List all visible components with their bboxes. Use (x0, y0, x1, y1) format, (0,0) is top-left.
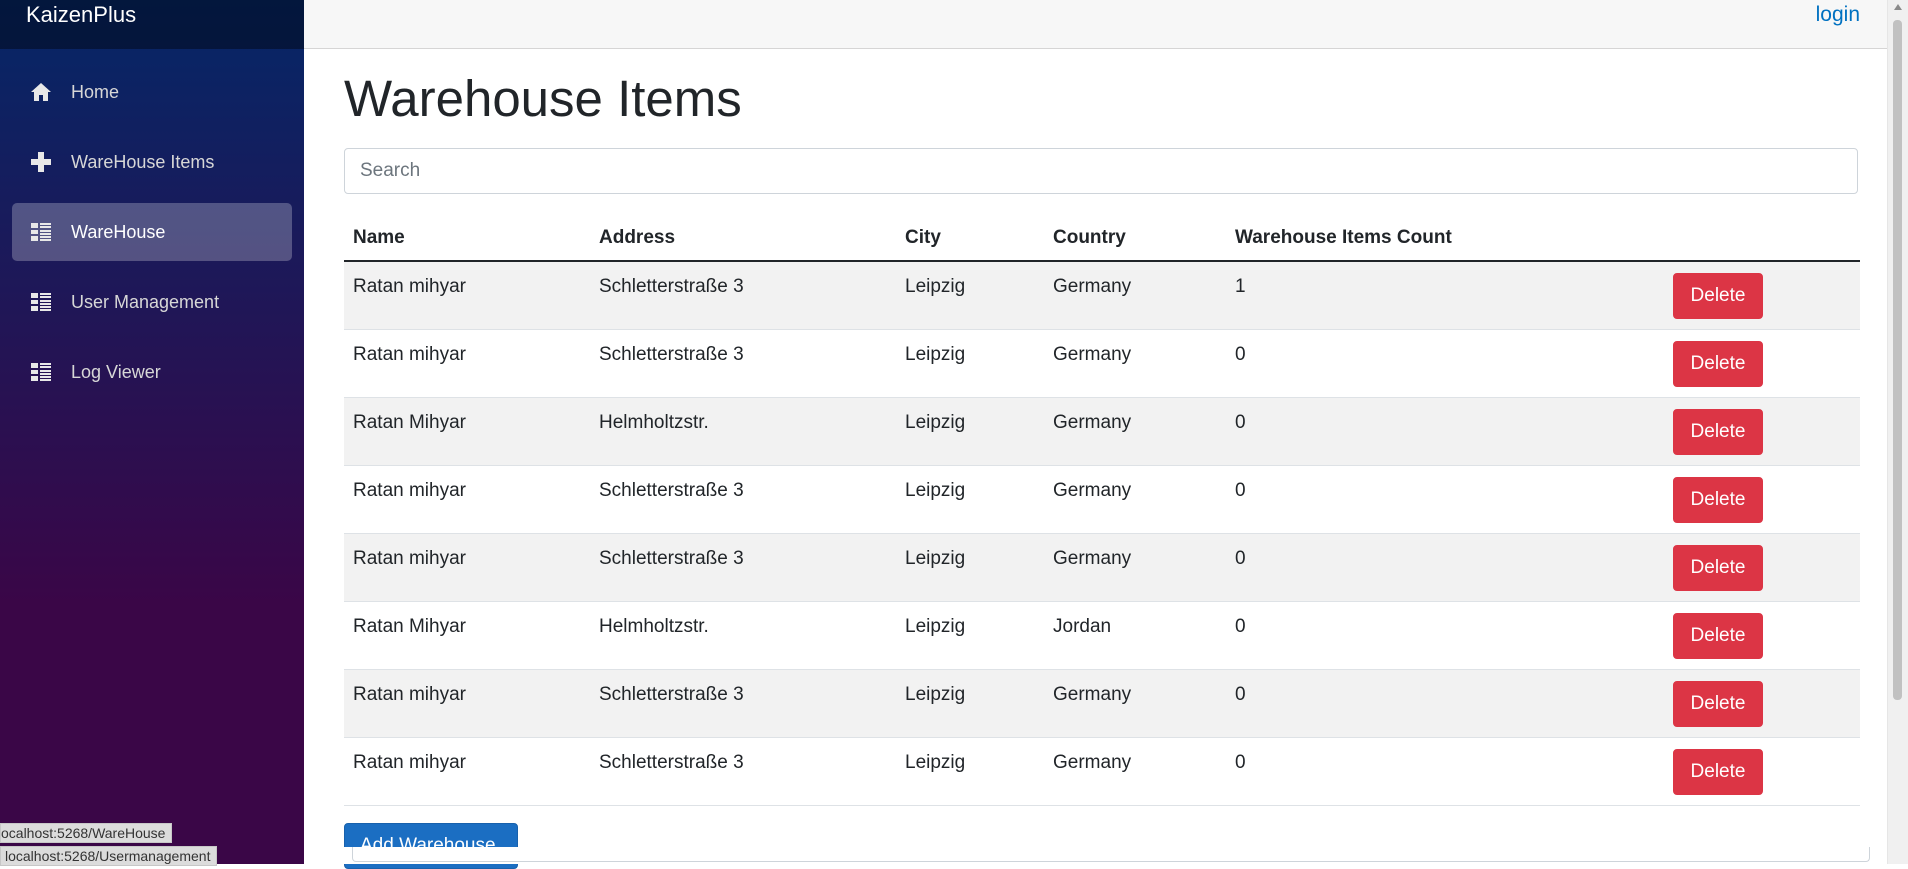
delete-button[interactable]: Delete (1673, 680, 1763, 727)
table-row: Ratan mihyar Schletterstraße 3 Leipzig G… (344, 465, 1860, 534)
cell-country: Germany (1053, 684, 1132, 705)
sidebar-item-warehouse[interactable]: WareHouse (12, 203, 292, 261)
list-icon (28, 359, 54, 385)
sidebar-item-label: User Management (71, 291, 220, 312)
delete-button[interactable]: Delete (1673, 748, 1763, 795)
status-link-preview: ocalhost:5268/WareHouse (0, 823, 173, 843)
page-title: Warehouse Items (344, 70, 742, 127)
cell-country: Germany (1053, 412, 1132, 433)
column-header-name: Name (344, 216, 590, 262)
cell-items-count: 0 (1235, 548, 1246, 569)
input-edge (352, 847, 1870, 862)
cell-address: Schletterstraße 3 (599, 548, 744, 569)
cell-name: Ratan mihyar (353, 548, 466, 569)
sidebar-item-label: WareHouse Items (71, 151, 215, 172)
main-content: Warehouse Items Name Address City Countr… (344, 48, 1860, 806)
cell-address: Schletterstraße 3 (599, 684, 744, 705)
cell-city: Leipzig (905, 412, 966, 433)
list-icon (28, 289, 54, 315)
vertical-scrollbar[interactable] (1887, 0, 1908, 864)
column-header-actions (1664, 216, 1860, 262)
cell-city: Leipzig (905, 752, 966, 773)
column-header-address: Address (590, 216, 896, 262)
top-row: login (304, 0, 1908, 49)
sidebar-item-warehouse-items[interactable]: WareHouse Items (12, 133, 292, 191)
column-header-country: Country (1044, 216, 1226, 262)
sidebar-item-home[interactable]: Home (12, 63, 292, 121)
cell-country: Germany (1053, 548, 1132, 569)
cell-address: Helmholtzstr. (599, 412, 709, 433)
table-body: Ratan mihyar Schletterstraße 3 Leipzig G… (344, 261, 1860, 806)
delete-button[interactable]: Delete (1673, 408, 1763, 455)
cell-name: Ratan mihyar (353, 344, 466, 365)
cell-name: Ratan mihyar (353, 276, 466, 297)
table-row: Ratan Mihyar Helmholtzstr. Leipzig Germa… (344, 397, 1860, 466)
cell-city: Leipzig (905, 616, 966, 637)
cell-address: Schletterstraße 3 (599, 344, 744, 365)
cell-items-count: 0 (1235, 344, 1246, 365)
cell-city: Leipzig (905, 480, 966, 501)
cell-name: Ratan Mihyar (353, 616, 466, 637)
scroll-up-arrow-icon[interactable] (1894, 4, 1902, 10)
table-row: Ratan mihyar Schletterstraße 3 Leipzig G… (344, 329, 1860, 398)
delete-button[interactable]: Delete (1673, 272, 1763, 319)
table-row: Ratan Mihyar Helmholtzstr. Leipzig Jorda… (344, 601, 1860, 670)
warehouse-table: Name Address City Country Warehouse Item… (344, 216, 1860, 806)
cell-country: Germany (1053, 752, 1132, 773)
bottom-strip (304, 847, 1908, 864)
nav-menu: Home WareHouse Items WareHouse User Mana… (0, 49, 304, 401)
login-link[interactable]: login (1816, 3, 1860, 27)
cell-country: Germany (1053, 480, 1132, 501)
sidebar-item-label: WareHouse (71, 221, 166, 242)
list-icon (28, 219, 54, 245)
table-row: Ratan mihyar Schletterstraße 3 Leipzig G… (344, 669, 1860, 738)
cell-items-count: 0 (1235, 616, 1246, 637)
delete-button[interactable]: Delete (1673, 340, 1763, 387)
sidebar-item-label: Log Viewer (71, 361, 161, 382)
cell-country: Jordan (1053, 616, 1112, 637)
cell-items-count: 1 (1235, 276, 1246, 297)
table-row: Ratan mihyar Schletterstraße 3 Leipzig G… (344, 261, 1860, 330)
search-input[interactable] (344, 148, 1858, 194)
cell-name: Ratan Mihyar (353, 412, 466, 433)
cell-city: Leipzig (905, 548, 966, 569)
delete-button[interactable]: Delete (1673, 476, 1763, 523)
cell-city: Leipzig (905, 276, 966, 297)
cell-items-count: 0 (1235, 684, 1246, 705)
cell-items-count: 0 (1235, 412, 1246, 433)
cell-address: Schletterstraße 3 (599, 752, 744, 773)
brand-bar: KaizenPlus (0, 0, 304, 49)
table-header-row: Name Address City Country Warehouse Item… (344, 216, 1860, 262)
table-row: Ratan mihyar Schletterstraße 3 Leipzig G… (344, 533, 1860, 602)
status-link-preview: localhost:5268/Usermanagement (0, 846, 218, 866)
brand-link[interactable]: KaizenPlus (26, 2, 136, 28)
sidebar-item-label: Home (71, 81, 120, 102)
delete-button[interactable]: Delete (1673, 612, 1763, 659)
column-header-city: City (896, 216, 1044, 262)
cell-country: Germany (1053, 344, 1132, 365)
plus-icon (28, 149, 54, 175)
cell-city: Leipzig (905, 684, 966, 705)
column-header-items-count: Warehouse Items Count (1226, 216, 1664, 262)
sidebar: KaizenPlus Home WareHouse Items WareHous… (0, 0, 304, 864)
home-icon (28, 79, 54, 105)
cell-name: Ratan mihyar (353, 684, 466, 705)
cell-name: Ratan mihyar (353, 480, 466, 501)
sidebar-item-log-viewer[interactable]: Log Viewer (12, 343, 292, 401)
sidebar-item-user-management[interactable]: User Management (12, 273, 292, 331)
cell-items-count: 0 (1235, 752, 1246, 773)
cell-address: Schletterstraße 3 (599, 276, 744, 297)
cell-city: Leipzig (905, 344, 966, 365)
cell-country: Germany (1053, 276, 1132, 297)
cell-address: Helmholtzstr. (599, 616, 709, 637)
cell-items-count: 0 (1235, 480, 1246, 501)
table-row: Ratan mihyar Schletterstraße 3 Leipzig G… (344, 737, 1860, 806)
cell-name: Ratan mihyar (353, 752, 466, 773)
cell-address: Schletterstraße 3 (599, 480, 744, 501)
scroll-thumb[interactable] (1893, 20, 1902, 700)
delete-button[interactable]: Delete (1673, 544, 1763, 591)
